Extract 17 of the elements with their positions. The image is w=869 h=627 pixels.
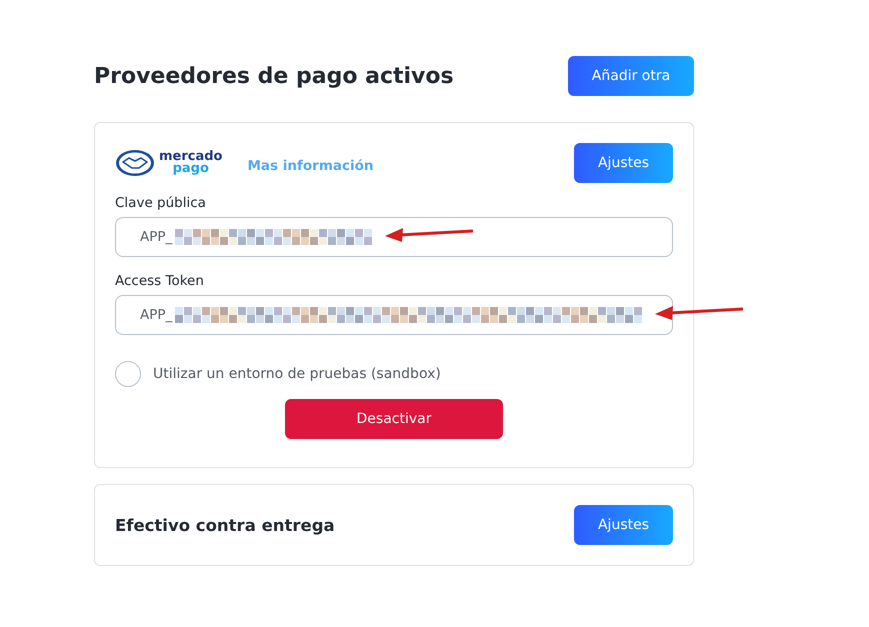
settings-button[interactable]: Ajustes bbox=[574, 143, 673, 183]
add-button[interactable]: Añadir otra bbox=[568, 56, 694, 96]
logo-text: mercado bbox=[159, 151, 222, 163]
deactivate-button[interactable]: Desactivar bbox=[285, 399, 503, 439]
info-link[interactable]: Mas información bbox=[248, 158, 374, 174]
field-label: Clave pública bbox=[115, 195, 206, 211]
page-title: Proveedores de pago activos bbox=[94, 64, 454, 88]
input-field[interactable]: APP_ bbox=[115, 295, 673, 335]
input-field[interactable]: APP_ bbox=[115, 217, 673, 257]
checkbox-label: Utilizar un entorno de pruebas (sandbox) bbox=[153, 366, 441, 382]
field-label: Access Token bbox=[115, 273, 204, 289]
provider-name: Efectivo contra entrega bbox=[115, 516, 335, 534]
settings-button[interactable]: Ajustes bbox=[574, 505, 673, 545]
field-value: APP_ bbox=[140, 229, 172, 245]
sandbox-checkbox[interactable] bbox=[115, 361, 141, 387]
field-value: APP_ bbox=[140, 307, 172, 323]
logo-text: pago bbox=[172, 163, 209, 175]
